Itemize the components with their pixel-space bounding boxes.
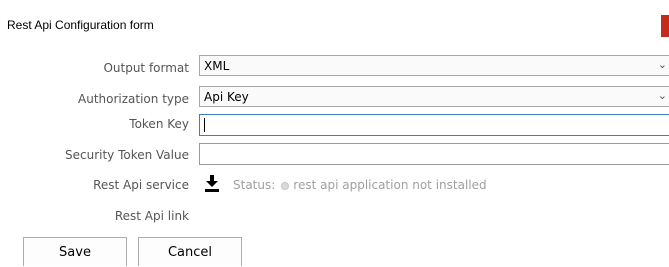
status-label: Status: <box>233 178 276 192</box>
download-icon[interactable] <box>204 175 220 192</box>
output-format-value: XML <box>204 59 230 73</box>
authorization-type-select[interactable]: Api Key ⌄ <box>199 86 669 107</box>
title-bar: Rest Api Configuration form <box>0 0 669 37</box>
output-format-label: Output format <box>103 61 189 75</box>
authorization-type-value: Api Key <box>204 90 249 104</box>
window-title: Rest Api Configuration form <box>7 18 154 32</box>
close-button[interactable] <box>661 15 669 37</box>
authorization-type-label: Authorization type <box>78 92 189 106</box>
token-key-label: Token Key <box>129 117 189 131</box>
security-token-value-input[interactable] <box>199 143 669 165</box>
chevron-down-icon: ⌄ <box>657 89 667 102</box>
status-indicator-icon <box>281 182 290 190</box>
service-status: Status: rest api application not installe… <box>233 178 487 192</box>
rest-api-link-label: Rest Api link <box>114 209 189 223</box>
security-token-value-label: Security Token Value <box>64 148 189 162</box>
save-button[interactable]: Save <box>23 237 127 266</box>
chevron-down-icon: ⌄ <box>657 58 667 71</box>
status-text: rest api application not installed <box>293 178 487 192</box>
text-caret <box>204 118 205 132</box>
cancel-button[interactable]: Cancel <box>138 237 242 266</box>
token-key-input[interactable] <box>199 114 669 136</box>
rest-api-service-label: Rest Api service <box>93 178 189 192</box>
output-format-select[interactable]: XML ⌄ <box>199 55 669 76</box>
